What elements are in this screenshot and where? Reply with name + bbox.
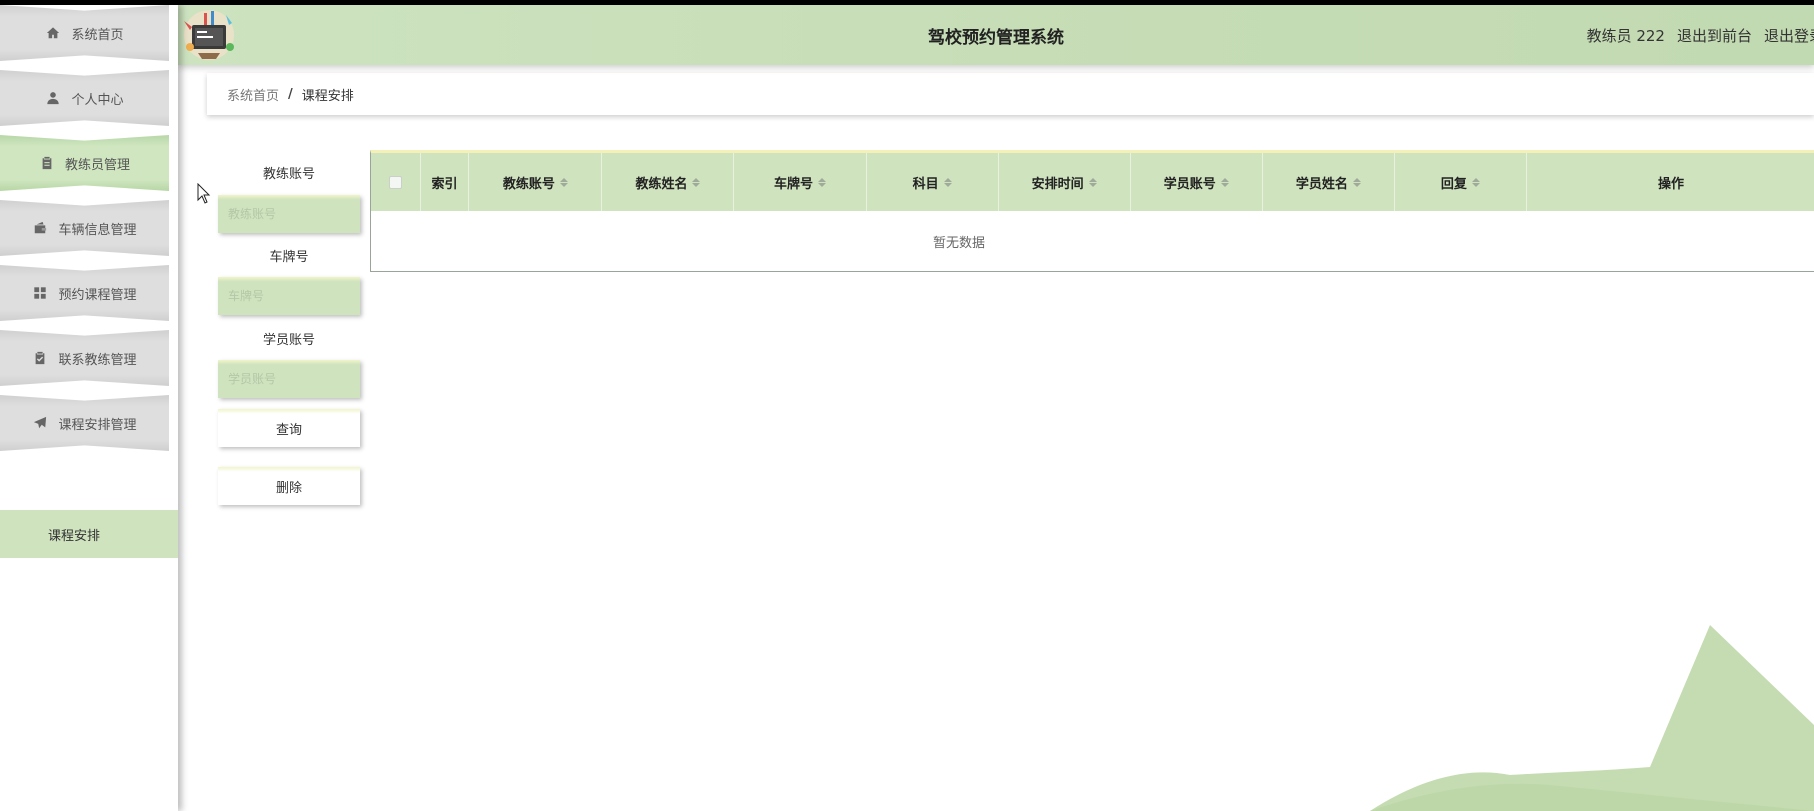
app-title: 驾校预约管理系统 <box>928 27 1064 48</box>
sort-icon[interactable] <box>1220 177 1229 187</box>
column-label: 索引 <box>431 176 458 192</box>
sidebar-item-coach-management[interactable]: 教练员管理 <box>0 135 169 191</box>
sidebar-item-label: 个人中心 <box>71 92 124 108</box>
select-all-checkbox[interactable] <box>388 175 402 189</box>
sidebar-item-label: 联系教练管理 <box>58 352 137 368</box>
sidebar-item-booking-management[interactable]: 预约课程管理 <box>0 265 169 321</box>
sidebar-item-label: 系统首页 <box>71 27 124 43</box>
sort-icon[interactable] <box>1471 177 1480 187</box>
column-header-schedule-time[interactable]: 安排时间 <box>999 153 1131 211</box>
header-user-area: 教练员 222 退出到前台 退出登录 <box>1587 5 1814 65</box>
column-header-subject[interactable]: 科目 <box>867 153 999 211</box>
sort-icon[interactable] <box>1352 177 1361 187</box>
grid-icon <box>32 285 48 301</box>
sort-icon[interactable] <box>692 177 701 187</box>
column-header-student-account[interactable]: 学员账号 <box>1131 153 1263 211</box>
schedule-table: 索引 教练账号 教练姓名 车牌号 科目 安排时间 学员账号 学员姓名 回复 操作… <box>370 150 1814 272</box>
column-header-student-name[interactable]: 学员姓名 <box>1263 153 1395 211</box>
sidebar: 系统首页 个人中心 教练员管理 车辆信息管理 预约课程管理 联系教练管理 课程安… <box>0 5 178 811</box>
user-icon <box>45 90 61 106</box>
query-button[interactable]: 查询 <box>218 409 360 447</box>
column-label: 车牌号 <box>774 176 814 192</box>
clipboard-check-icon <box>32 350 48 366</box>
clipboard-icon <box>39 155 55 171</box>
table-header: 索引 教练账号 教练姓名 车牌号 科目 安排时间 学员账号 学员姓名 回复 操作 <box>371 153 1814 211</box>
column-label: 学员账号 <box>1163 176 1216 192</box>
column-label: 教练账号 <box>502 176 555 192</box>
breadcrumb-home[interactable]: 系统首页 <box>227 85 279 104</box>
mouse-cursor-icon <box>197 183 211 204</box>
breadcrumb-current: 课程安排 <box>301 88 354 104</box>
student-account-input[interactable] <box>218 360 360 398</box>
sort-icon[interactable] <box>943 177 952 187</box>
wallet-icon <box>32 220 48 236</box>
sidebar-item-vehicle-management[interactable]: 车辆信息管理 <box>0 200 169 256</box>
column-header-actions: 操作 <box>1527 153 1814 211</box>
column-label: 回复 <box>1440 176 1467 192</box>
sidebar-subitem-label: 课程安排 <box>48 528 101 544</box>
sidebar-item-contact-coach[interactable]: 联系教练管理 <box>0 330 169 386</box>
breadcrumb-separator: / <box>288 86 293 102</box>
plate-number-input[interactable] <box>218 277 360 315</box>
top-header: 驾校预约管理系统 教练员 222 退出到前台 退出登录 <box>178 5 1814 65</box>
coach-account-input[interactable] <box>218 195 360 233</box>
column-label: 操作 <box>1657 176 1684 192</box>
column-label: 学员姓名 <box>1295 176 1348 192</box>
home-icon <box>45 25 61 41</box>
column-label: 安排时间 <box>1031 176 1084 192</box>
select-all-cell <box>371 153 421 211</box>
column-header-reply[interactable]: 回复 <box>1395 153 1527 211</box>
plate-number-label: 车牌号 <box>269 250 309 265</box>
user-label: 教练员 222 <box>1586 26 1665 45</box>
column-label: 科目 <box>912 176 939 192</box>
sidebar-item-label: 课程安排管理 <box>58 417 137 433</box>
sidebar-item-course-schedule-management[interactable]: 课程安排管理 <box>0 395 169 451</box>
logout-link[interactable]: 退出登录 <box>1764 25 1814 46</box>
column-header-index: 索引 <box>421 153 470 211</box>
sidebar-subitem-course-schedule[interactable]: 课程安排 <box>0 510 178 558</box>
front-link[interactable]: 退出到前台 <box>1677 25 1752 46</box>
sidebar-item-label: 车辆信息管理 <box>58 222 137 238</box>
column-header-plate-number[interactable]: 车牌号 <box>734 153 867 211</box>
coach-account-label: 教练账号 <box>262 167 315 182</box>
sidebar-item-label: 教练员管理 <box>64 157 130 173</box>
column-label: 教练姓名 <box>635 176 688 192</box>
student-account-label: 学员账号 <box>262 333 315 348</box>
sidebar-item-personal-center[interactable]: 个人中心 <box>0 70 169 126</box>
logo <box>178 7 240 63</box>
sidebar-item-label: 预约课程管理 <box>58 287 137 303</box>
sort-icon[interactable] <box>818 177 827 187</box>
empty-state: 暂无数据 <box>932 236 985 251</box>
delete-button[interactable]: 删除 <box>218 467 360 505</box>
sort-icon[interactable] <box>1088 177 1097 187</box>
column-header-coach-account[interactable]: 教练账号 <box>469 153 603 211</box>
sort-icon[interactable] <box>559 177 568 187</box>
decorative-mountain <box>1370 625 1814 811</box>
paper-plane-icon <box>32 415 48 431</box>
breadcrumb: 系统首页 / 课程安排 <box>207 73 1814 115</box>
column-header-coach-name[interactable]: 教练姓名 <box>602 153 735 211</box>
sidebar-item-home[interactable]: 系统首页 <box>0 5 169 61</box>
